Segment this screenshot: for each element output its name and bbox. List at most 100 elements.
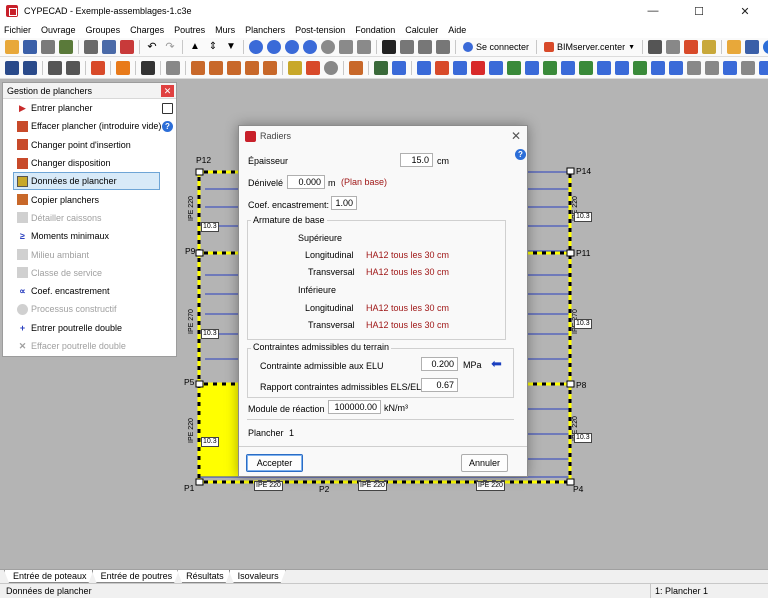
edit-icon[interactable] <box>288 60 302 75</box>
help-icon[interactable] <box>763 40 768 54</box>
tab-entree-poutres[interactable]: Entrée de poutres <box>92 570 180 583</box>
open-folder-icon[interactable] <box>5 40 19 54</box>
settings-icon[interactable] <box>702 40 717 54</box>
menu-groupes[interactable]: Groupes <box>81 25 126 35</box>
close-window-button[interactable]: ✕ <box>722 0 768 22</box>
beam-tool14-icon[interactable] <box>669 60 683 75</box>
zoom-icon[interactable] <box>249 40 263 54</box>
redo-icon[interactable]: ↷ <box>163 40 177 54</box>
menu-fichier[interactable]: Fichier <box>0 25 36 35</box>
delete-icon[interactable] <box>471 60 485 75</box>
slab4-icon[interactable] <box>245 60 259 75</box>
beam-tool11-icon[interactable] <box>615 60 629 75</box>
panel-item-copier-planchers[interactable]: Copier planchers <box>3 190 176 208</box>
beam-tool13-icon[interactable] <box>651 60 665 75</box>
target-icon[interactable] <box>324 60 338 75</box>
beam-tool4-icon[interactable] <box>489 60 503 75</box>
menu-murs[interactable]: Murs <box>210 25 240 35</box>
beam-tool9-icon[interactable] <box>579 60 593 75</box>
zoom-window-icon[interactable] <box>267 40 281 54</box>
inf-transversal-value[interactable]: HA12 tous les 30 cm <box>366 320 449 330</box>
slab-icon[interactable] <box>191 60 205 75</box>
maximize-button[interactable]: ☐ <box>676 0 722 22</box>
tab-isovaleurs[interactable]: Isovaleurs <box>229 570 286 583</box>
panel-close-button[interactable]: ✕ <box>161 85 174 97</box>
elu-input[interactable] <box>421 357 458 371</box>
slab2-icon[interactable] <box>209 60 223 75</box>
polyline-icon[interactable] <box>66 60 80 75</box>
connect-button[interactable]: Se connecter <box>463 42 529 52</box>
panel-item-effacer-plancher[interactable]: Effacer plancher (introduire vide) ? <box>3 117 176 135</box>
rapport-input[interactable] <box>421 378 458 392</box>
beam-tool10-icon[interactable] <box>597 60 611 75</box>
measure-icon[interactable] <box>400 40 414 54</box>
beam-icon[interactable] <box>392 60 406 75</box>
magnet-icon[interactable] <box>120 40 134 54</box>
coef-encastrement-input[interactable] <box>331 196 357 210</box>
menu-calculer[interactable]: Calculer <box>400 25 443 35</box>
report-icon[interactable] <box>684 40 699 54</box>
beam-tool16-icon[interactable] <box>705 60 719 75</box>
panel-item-entrer-plancher[interactable]: ▶ Entrer plancher <box>3 99 176 117</box>
beam-tool1-icon[interactable] <box>417 60 431 75</box>
select-window-icon[interactable] <box>23 60 37 75</box>
book-icon[interactable] <box>162 102 173 114</box>
panel-item-moments-minimaux[interactable]: ≥ Moments minimaux <box>3 227 176 245</box>
beam-tool6-icon[interactable] <box>525 60 539 75</box>
text-tool-icon[interactable] <box>382 40 396 54</box>
stair-icon[interactable] <box>306 60 320 75</box>
zoom-all-icon[interactable] <box>285 40 299 54</box>
inf-longitudinal-value[interactable]: HA12 tous les 30 cm <box>366 303 449 313</box>
menu-post-tension[interactable]: Post-tension <box>290 25 350 35</box>
menu-aide[interactable]: Aide <box>443 25 471 35</box>
load-icon[interactable] <box>374 60 388 75</box>
beam-tool19-icon[interactable] <box>759 60 768 75</box>
panel-item-changer-disposition[interactable]: Changer disposition <box>3 154 176 172</box>
beam-tool7-icon[interactable] <box>543 60 557 75</box>
slab3-icon[interactable] <box>227 60 241 75</box>
zoom-previous-icon[interactable] <box>303 40 317 54</box>
fire-icon[interactable] <box>116 60 130 75</box>
zoom-out-icon[interactable] <box>321 40 335 54</box>
level-down-icon[interactable]: ▼ <box>224 40 238 54</box>
wall-icon[interactable] <box>349 60 363 75</box>
menu-ouvrage[interactable]: Ouvrage <box>36 25 81 35</box>
lists-icon[interactable] <box>745 40 760 54</box>
panel-item-entrer-poutrelle[interactable]: + Entrer poutrelle double <box>3 319 176 337</box>
beam-tool5-icon[interactable] <box>507 60 521 75</box>
beam-tool3-icon[interactable] <box>453 60 467 75</box>
select-icon[interactable] <box>5 60 19 75</box>
view-icon[interactable] <box>102 40 116 54</box>
beam-tool17-icon[interactable] <box>723 60 737 75</box>
export-icon[interactable] <box>666 40 681 54</box>
beam-tool2-icon[interactable] <box>435 60 449 75</box>
accept-button[interactable]: Accepter <box>246 454 303 472</box>
tool2-icon[interactable] <box>59 40 73 54</box>
help-icon[interactable]: ? <box>515 149 526 160</box>
denivele-input[interactable] <box>287 175 325 189</box>
bimserver-dropdown[interactable]: BIMserver.center ▼ <box>544 42 635 52</box>
epaisseur-input[interactable] <box>400 153 433 167</box>
mask-icon[interactable] <box>141 60 155 75</box>
menu-charges[interactable]: Charges <box>125 25 169 35</box>
print-icon[interactable] <box>648 40 663 54</box>
panel-item-donnees-plancher[interactable]: Données de plancher <box>13 172 160 191</box>
slab5-icon[interactable] <box>263 60 277 75</box>
tab-entree-poteaux[interactable]: Entrée de poteaux <box>4 570 94 583</box>
level-up-icon[interactable]: ▲ <box>188 40 202 54</box>
panel-item-changer-point[interactable]: Changer point d'insertion <box>3 136 176 154</box>
sup-longitudinal-value[interactable]: HA12 tous les 30 cm <box>366 250 449 260</box>
menu-planchers[interactable]: Planchers <box>240 25 290 35</box>
tool-icon[interactable] <box>41 40 55 54</box>
undo-icon[interactable]: ↶ <box>145 40 159 54</box>
dialog-close-button[interactable]: ✕ <box>511 129 521 143</box>
dimension-icon[interactable] <box>436 40 450 54</box>
beam-tool18-icon[interactable] <box>741 60 755 75</box>
arrow-left-icon[interactable]: ⬅ <box>491 356 502 372</box>
rotate-view-icon[interactable] <box>357 40 371 54</box>
tag-icon[interactable] <box>166 60 180 75</box>
level-select-icon[interactable]: ⇕ <box>206 40 220 54</box>
plans-icon[interactable] <box>727 40 742 54</box>
layer-icon[interactable] <box>91 60 105 75</box>
grid-icon[interactable] <box>84 40 98 54</box>
